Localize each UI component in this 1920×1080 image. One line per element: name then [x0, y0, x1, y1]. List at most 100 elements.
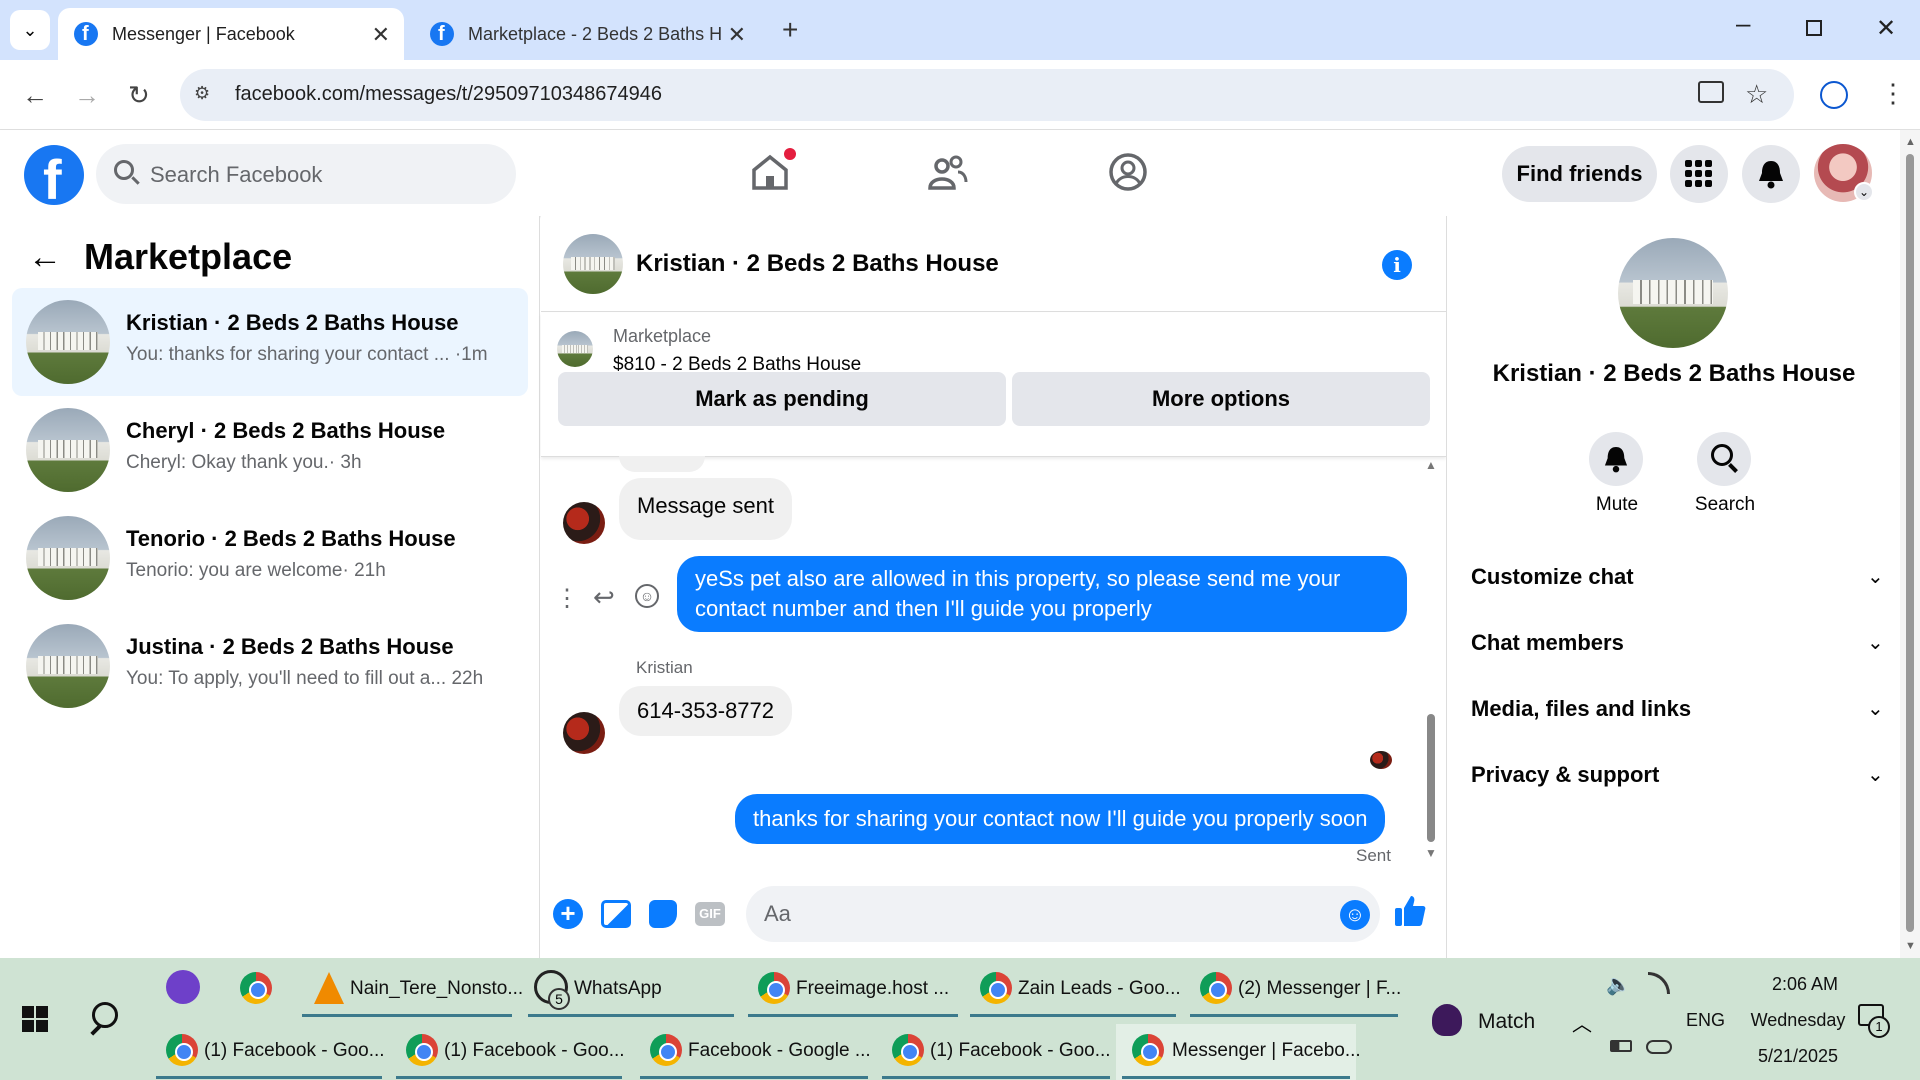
clock-day[interactable]: Wednesday: [1736, 1010, 1860, 1031]
friends-icon[interactable]: [928, 152, 968, 197]
page-scrollbar[interactable]: ▲ ▼: [1900, 130, 1920, 958]
vlc-icon[interactable]: [314, 972, 344, 1004]
taskbar-search-icon[interactable]: [92, 1002, 118, 1028]
message-bubble-incoming[interactable]: Message sent: [619, 478, 792, 540]
chrome-icon[interactable]: [758, 972, 790, 1004]
chevron-down-icon[interactable]: ⌄: [1867, 564, 1884, 589]
conversation-item[interactable]: Tenorio · 2 Beds 2 Baths House Tenorio: …: [12, 504, 528, 612]
more-actions-plus-icon[interactable]: +: [553, 899, 583, 929]
emoji-picker-icon[interactable]: ☺: [1340, 900, 1370, 930]
clock-date[interactable]: 5/21/2025: [1736, 1046, 1860, 1067]
message-bubble-incoming[interactable]: 614-353-8772: [619, 686, 793, 736]
section-media-files-links[interactable]: Media, files and links: [1471, 696, 1691, 722]
chevron-down-icon[interactable]: ⌄: [1867, 762, 1884, 787]
taskbar-app-facebook-1[interactable]: (1) Facebook - Goo...: [204, 1040, 385, 1062]
section-privacy-support[interactable]: Privacy & support: [1471, 762, 1659, 788]
profile-icon[interactable]: [1820, 81, 1848, 109]
more-actions-icon[interactable]: ⋮: [555, 584, 579, 613]
chrome-icon[interactable]: [650, 1034, 682, 1066]
close-tab-icon[interactable]: ✕: [728, 22, 746, 48]
close-window-button[interactable]: ✕: [1876, 14, 1896, 43]
taskbar-app-facebook-2[interactable]: (1) Facebook - Goo...: [444, 1040, 625, 1062]
taskbar-app-messenger[interactable]: (2) Messenger | F...: [1238, 978, 1401, 1000]
chrome-icon[interactable]: [1200, 972, 1232, 1004]
scroll-up-arrow-icon[interactable]: ▲: [1905, 136, 1916, 148]
tab-marketplace[interactable]: Marketplace - 2 Beds 2 Baths H ✕: [414, 8, 760, 60]
windows-start-icon[interactable]: [22, 1006, 48, 1032]
section-chat-members[interactable]: Chat members: [1471, 630, 1624, 656]
search-facebook-input[interactable]: Search Facebook: [96, 144, 516, 204]
chrome-icon[interactable]: [406, 1034, 438, 1066]
new-tab-button[interactable]: +: [782, 14, 798, 46]
site-settings-icon[interactable]: ⚙: [194, 83, 220, 107]
scroll-down-arrow-icon[interactable]: ▼: [1905, 940, 1916, 952]
scroll-down-arrow-icon[interactable]: ▼: [1425, 846, 1437, 860]
mute-button[interactable]: [1587, 432, 1645, 492]
url-text[interactable]: facebook.com/messages/t/2950971034867494…: [235, 83, 662, 106]
menu-grid-button[interactable]: [1670, 145, 1728, 203]
find-friends-button[interactable]: Find friends: [1502, 146, 1657, 202]
taskbar-app-zain-leads[interactable]: Zain Leads - Goo...: [1018, 978, 1181, 1000]
message-bubble-outgoing[interactable]: yeSs pet also are allowed in this proper…: [677, 556, 1407, 632]
chat-title[interactable]: Kristian · 2 Beds 2 Baths House: [636, 250, 999, 278]
sticker-icon[interactable]: [649, 900, 677, 928]
chrome-icon[interactable]: [1132, 1034, 1164, 1066]
browser-menu-icon[interactable]: ⋮: [1880, 78, 1906, 109]
groups-icon[interactable]: [1108, 152, 1148, 197]
reply-icon[interactable]: ↩: [593, 582, 615, 613]
sender-avatar[interactable]: [563, 502, 605, 544]
taskbar-app-freeimage[interactable]: Freeimage.host ...: [796, 978, 949, 1000]
mark-as-pending-button[interactable]: Mark as pending: [558, 372, 1006, 426]
close-tab-icon[interactable]: ✕: [372, 22, 390, 48]
like-thumb-icon[interactable]: [1393, 894, 1427, 936]
language-indicator[interactable]: ENG: [1686, 1010, 1725, 1031]
listing-thumbnail[interactable]: [557, 331, 593, 367]
chrome-icon[interactable]: [166, 1034, 198, 1066]
gif-icon[interactable]: GIF: [695, 902, 725, 926]
conversation-item[interactable]: Justina · 2 Beds 2 Baths House You: To a…: [12, 612, 528, 720]
search-conversation-button[interactable]: [1697, 432, 1751, 486]
premier-league-icon[interactable]: [1432, 1004, 1462, 1036]
chat-avatar[interactable]: [563, 234, 623, 294]
chrome-icon[interactable]: [892, 1034, 924, 1066]
page-scrollbar-thumb[interactable]: [1906, 154, 1914, 932]
chevron-down-icon[interactable]: ⌄: [1867, 630, 1884, 655]
wifi-icon[interactable]: [1648, 972, 1670, 994]
sender-avatar[interactable]: [563, 712, 605, 754]
back-arrow-icon[interactable]: ←: [28, 238, 62, 277]
contact-avatar[interactable]: [1618, 238, 1728, 348]
taskbar-app-messenger-active[interactable]: Messenger | Facebo...: [1172, 1040, 1361, 1062]
chat-scrollbar-thumb[interactable]: [1427, 714, 1435, 842]
taskbar-app-facebook-3[interactable]: Facebook - Google ...: [688, 1040, 871, 1062]
conversation-item[interactable]: Cheryl · 2 Beds 2 Baths House Cheryl: Ok…: [12, 396, 528, 504]
taskbar-app-vlc[interactable]: Nain_Tere_Nonsto...: [350, 978, 523, 1000]
conversation-item[interactable]: Kristian · 2 Beds 2 Baths House You: tha…: [12, 288, 528, 396]
more-options-button[interactable]: More options: [1012, 372, 1430, 426]
reload-icon[interactable]: ↻: [128, 80, 150, 111]
chrome-icon[interactable]: [240, 972, 272, 1004]
account-chevron-icon[interactable]: ⌄: [1854, 182, 1874, 202]
taskbar-app-whatsapp[interactable]: WhatsApp: [574, 978, 662, 1000]
back-icon[interactable]: ←: [22, 80, 48, 111]
taskbar-app-facebook-4[interactable]: (1) Facebook - Goo...: [930, 1040, 1111, 1062]
message-input[interactable]: Aa ☺: [746, 886, 1380, 942]
widget-match-label[interactable]: Match: [1478, 1010, 1535, 1034]
minimize-button[interactable]: –: [1736, 8, 1750, 39]
restore-button[interactable]: [1806, 20, 1822, 36]
facebook-logo-icon[interactable]: [24, 145, 84, 212]
install-app-icon[interactable]: [1698, 81, 1724, 103]
clock-time[interactable]: 2:06 AM: [1750, 974, 1860, 995]
onedrive-cloud-icon[interactable]: [1646, 1040, 1672, 1054]
tab-list-dropdown[interactable]: ⌄: [10, 10, 50, 50]
tab-messenger[interactable]: Messenger | Facebook ✕: [58, 8, 404, 60]
volume-icon[interactable]: 🔈: [1606, 972, 1631, 997]
battery-icon[interactable]: [1610, 1040, 1632, 1052]
home-icon[interactable]: [750, 148, 796, 192]
section-customize-chat[interactable]: Customize chat: [1471, 564, 1634, 590]
bookmark-star-icon[interactable]: ☆: [1745, 79, 1768, 110]
chevron-down-icon[interactable]: ⌄: [1867, 696, 1884, 721]
message-bubble-outgoing[interactable]: thanks for sharing your contact now I'll…: [735, 794, 1386, 844]
react-emoji-icon[interactable]: ☺: [635, 584, 659, 608]
attach-photo-icon[interactable]: [601, 900, 631, 928]
scroll-up-arrow-icon[interactable]: ▲: [1425, 458, 1437, 472]
